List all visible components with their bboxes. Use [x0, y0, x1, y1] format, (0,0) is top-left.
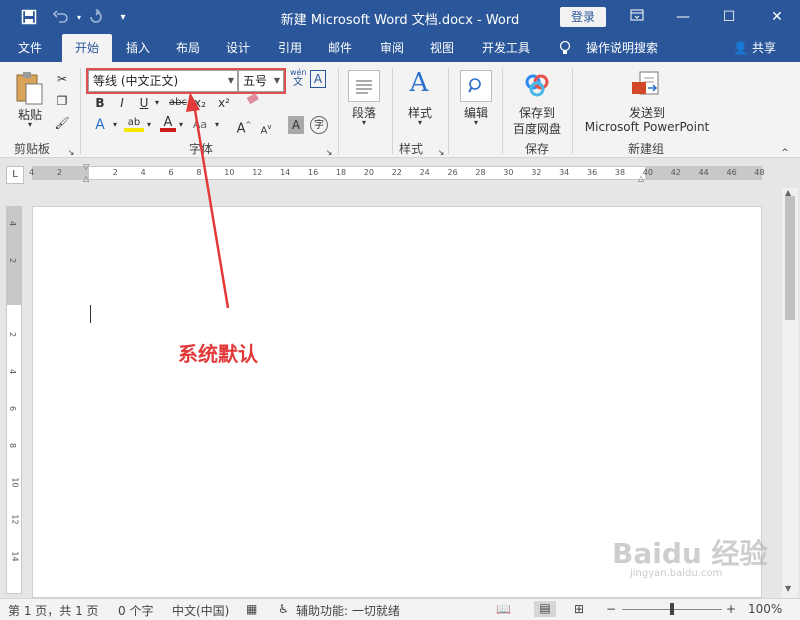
annotation-arrow [186, 92, 230, 309]
annotation-text: 系统默认 [178, 342, 258, 366]
status-bar: 第 1 页，共 1 页 0 个字 中文(中国) ▦ ♿ 辅助功能: 一切就绪 📖… [0, 598, 800, 620]
page-count[interactable]: 第 1 页，共 1 页 [8, 602, 99, 619]
accessibility-icon[interactable]: ♿ [278, 602, 289, 616]
baidu-watermark: Baidu 经验 [612, 537, 768, 570]
read-mode-icon[interactable]: 📖 [496, 602, 511, 616]
zoom-in-icon[interactable]: + [726, 602, 736, 616]
baidu-watermark-url: jingyan.baidu.com [630, 568, 723, 579]
word-count[interactable]: 0 个字 [118, 602, 153, 619]
web-layout-icon[interactable]: ⊞ [574, 602, 584, 616]
zoom-out-icon[interactable]: − [606, 602, 616, 616]
print-layout-icon[interactable]: ▤ [534, 601, 556, 617]
macro-record-icon[interactable]: ▦ [246, 602, 257, 616]
zoom-slider-thumb[interactable] [670, 603, 674, 615]
language-indicator[interactable]: 中文(中国) [172, 602, 229, 619]
zoom-level[interactable]: 100% [748, 602, 782, 616]
accessibility-status[interactable]: 辅助功能: 一切就绪 [296, 602, 400, 619]
